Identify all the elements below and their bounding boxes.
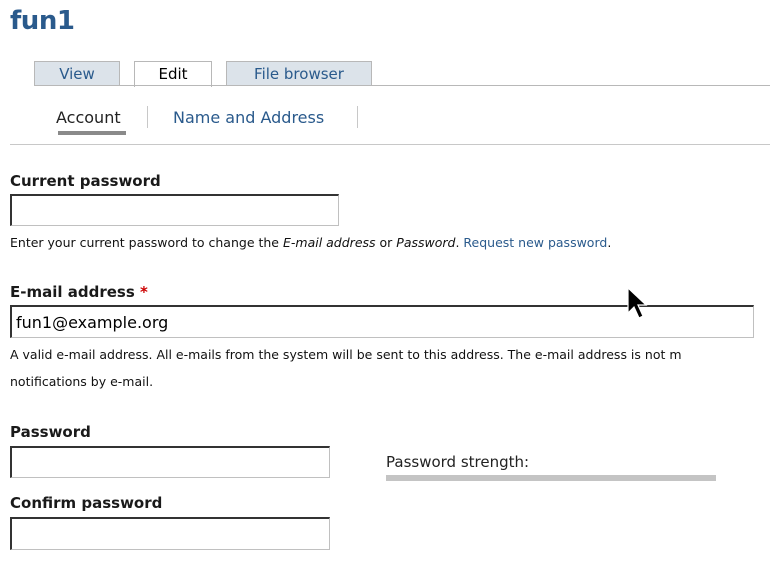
desc-email-term: E-mail address bbox=[282, 235, 376, 250]
desc-password-term: Password bbox=[396, 235, 456, 250]
current-password-description: Enter your current password to change th… bbox=[10, 235, 611, 250]
email-label-text: E-mail address bbox=[10, 283, 135, 301]
subtabs-divider bbox=[10, 144, 770, 145]
desc-text: . bbox=[607, 235, 612, 250]
tabs-divider bbox=[34, 85, 770, 86]
subtab-separator bbox=[357, 106, 358, 128]
password-strength-bar bbox=[386, 475, 716, 481]
subtab-separator bbox=[147, 106, 148, 128]
current-password-field[interactable] bbox=[10, 194, 339, 226]
email-description-line2: notifications by e-mail. bbox=[10, 374, 154, 389]
subtab-name-and-address[interactable]: Name and Address bbox=[173, 108, 324, 127]
confirm-password-label: Confirm password bbox=[10, 494, 163, 512]
current-password-label: Current password bbox=[10, 172, 161, 190]
subtab-account[interactable]: Account bbox=[56, 108, 121, 127]
request-new-password-link[interactable]: Request new password bbox=[463, 235, 607, 250]
user-edit-page: fun1 View Edit File browser Account Name… bbox=[0, 0, 770, 569]
password-label: Password bbox=[10, 423, 91, 441]
required-marker: * bbox=[140, 283, 148, 301]
email-label: E-mail address * bbox=[10, 283, 148, 301]
subtab-active-indicator bbox=[58, 131, 126, 135]
desc-text: or bbox=[375, 235, 397, 250]
desc-text: Enter your current password to change th… bbox=[10, 235, 283, 250]
page-title: fun1 bbox=[10, 6, 75, 36]
tab-edit[interactable]: Edit bbox=[134, 61, 212, 87]
tab-view[interactable]: View bbox=[34, 61, 120, 85]
email-description-line1: A valid e-mail address. All e-mails from… bbox=[10, 347, 682, 362]
password-field[interactable] bbox=[10, 446, 330, 478]
password-strength-label: Password strength: bbox=[386, 453, 530, 471]
tab-file-browser[interactable]: File browser bbox=[226, 61, 372, 85]
mouse-cursor-icon bbox=[627, 287, 648, 319]
confirm-password-field[interactable] bbox=[10, 517, 330, 550]
